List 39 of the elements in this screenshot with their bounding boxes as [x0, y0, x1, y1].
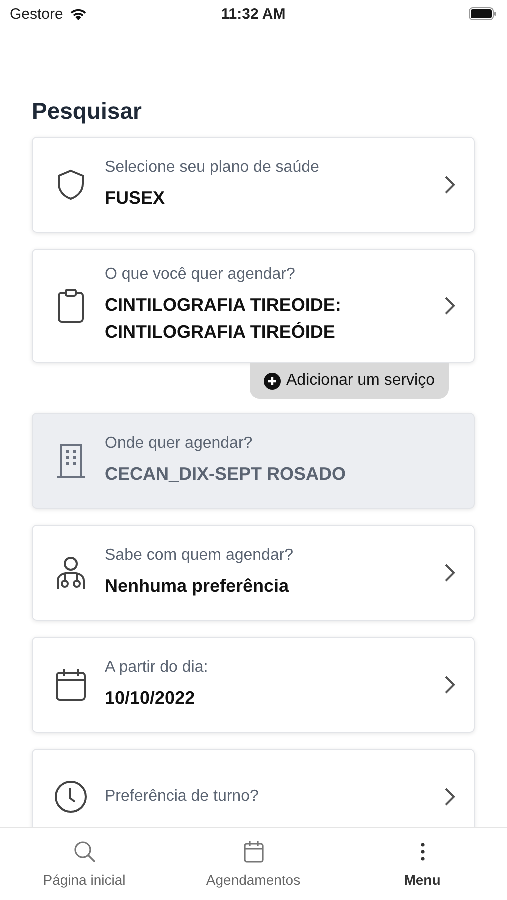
selection-card[interactable]: Preferência de turno? — [32, 749, 475, 827]
field-value: 10/10/2022 — [105, 686, 196, 710]
chevron-right-icon — [444, 787, 456, 807]
building-icon — [55, 443, 87, 479]
clock-time: 11:32 AM — [221, 6, 286, 22]
clipboard-icon — [56, 288, 86, 324]
field-label: Preferência de turno? — [105, 788, 260, 806]
doctor-icon — [54, 555, 88, 591]
field-value: Nenhuma preferência — [105, 574, 290, 598]
page-title: Pesquisar — [32, 98, 143, 125]
selection-card[interactable]: Sabe com quem agendar? Nenhuma preferência — [32, 525, 475, 621]
chevron-right-icon — [444, 296, 456, 316]
chevron-right-icon — [444, 175, 456, 195]
field-label: O que você quer agendar? — [105, 266, 296, 284]
add-service-button[interactable]: Adicionar um serviço — [250, 363, 449, 399]
plus-circle-icon — [264, 372, 280, 390]
selection-card[interactable]: O que você quer agendar? CINTILOGRAFIA TIREOIDE: CINTILOGRAFIA TIREÓIDE — [32, 249, 475, 363]
tab-bar-item[interactable]: Agendamentos — [169, 828, 338, 900]
field-label: Selecione seu plano de saúde — [105, 158, 320, 176]
selection-card[interactable]: Selecione seu plano de saúde FUSEX — [32, 137, 475, 233]
carrier-name: Gestore — [10, 6, 64, 22]
tab-bar-item[interactable]: Menu — [338, 828, 507, 900]
wifi-icon — [69, 7, 88, 21]
chevron-right-icon — [444, 675, 456, 695]
calendar-icon — [55, 668, 87, 702]
chevron-right-icon — [444, 563, 456, 583]
field-value: CINTILOGRAFIA TIREOIDE: CINTILOGRAFIA TIREÓIDE — [105, 294, 342, 344]
battery-icon — [469, 7, 497, 21]
field-label: Onde quer agendar? — [105, 434, 254, 452]
more-vertical-icon — [420, 840, 426, 864]
clock-icon — [54, 780, 88, 814]
search-icon — [72, 840, 96, 864]
field-label: A partir do dia: — [105, 658, 210, 676]
calendar-icon — [242, 840, 264, 864]
field-value: FUSEX — [105, 186, 166, 210]
field-label: Sabe com quem agendar? — [105, 546, 295, 564]
selection-card[interactable]: A partir do dia: 10/10/2022 — [32, 637, 475, 733]
field-value: CECAN_DIX-SEPT ROSADO — [105, 462, 348, 486]
tab-bar-item[interactable]: Página inicial — [0, 828, 169, 900]
